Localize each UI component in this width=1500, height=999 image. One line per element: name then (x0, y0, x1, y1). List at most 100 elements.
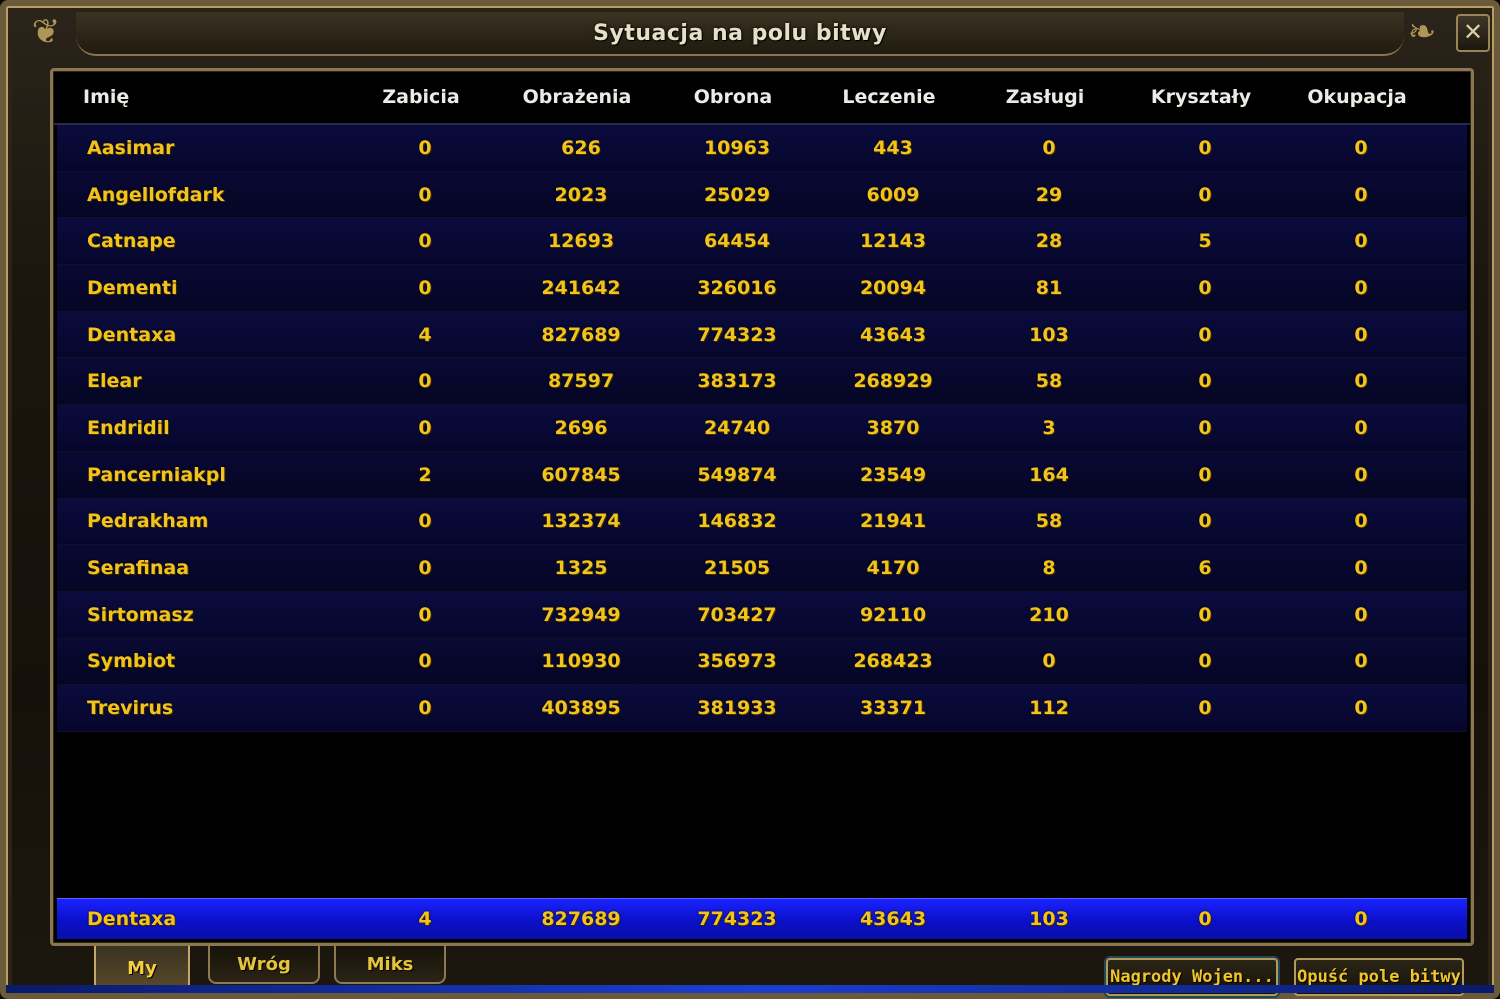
cell-name: Pedrakham (87, 510, 209, 533)
table-row[interactable]: Trevirus 0 403895 381933 33371 112 0 0 (57, 685, 1467, 732)
cell-kills: 0 (418, 697, 432, 720)
cell-name: Pancerniakpl (87, 463, 226, 486)
column-header-healing[interactable]: Leczenie (811, 86, 967, 108)
cell-crystals: 0 (1198, 650, 1212, 673)
cell-healing: 268929 (853, 370, 933, 393)
cell-damage: 2023 (554, 183, 608, 206)
corner-ornament-icon: ❦ (31, 12, 61, 52)
cell-defense: 703427 (697, 603, 777, 626)
tab-mixed[interactable]: Miks (334, 946, 446, 984)
cell-crystals: 0 (1198, 603, 1212, 626)
cell-damage: 732949 (541, 603, 621, 626)
table-row[interactable]: Dementi 0 241642 326016 20094 81 0 0 (57, 265, 1467, 312)
cell-defense: 549874 (697, 463, 777, 486)
column-header-name[interactable]: Imię (53, 86, 343, 108)
cell-damage: 12693 (547, 230, 615, 253)
cell-healing: 43643 (859, 323, 927, 346)
table-row[interactable]: Serafinaa 0 1325 21505 4170 8 6 0 (57, 545, 1467, 592)
cell-healing: 20094 (859, 276, 927, 299)
table-row[interactable]: Pancerniakpl 2 607845 549874 23549 164 0 0 (57, 451, 1467, 499)
cell-merit: 58 (1035, 370, 1063, 393)
table-row[interactable]: Endridil 0 2696 24740 3870 3 0 0 (57, 405, 1467, 452)
cell-merit: 58 (1035, 510, 1063, 533)
column-header-crystals[interactable]: Kryształy (1123, 86, 1279, 108)
table-row[interactable]: Dentaxa 4 827689 774323 43643 103 0 0 (57, 311, 1467, 359)
cell-kills: 2 (418, 463, 432, 486)
column-header-damage[interactable]: Obrażenia (499, 86, 655, 108)
cell-name: Sirtomasz (87, 603, 194, 626)
cell-defense: 10963 (703, 136, 771, 159)
cell-merit: 112 (1029, 697, 1069, 720)
table-row[interactable]: Aasimar 0 626 10963 443 0 0 0 (57, 125, 1467, 172)
cell-name: Trevirus (87, 697, 174, 720)
cell-crystals: 0 (1198, 510, 1212, 533)
cell-kills: 0 (418, 370, 432, 393)
table-row[interactable]: Angellofdark 0 2023 25029 6009 29 0 0 (57, 171, 1467, 219)
cell-damage: 403895 (541, 697, 621, 720)
cell-merit: 0 (1042, 650, 1056, 673)
cell-healing: 92110 (859, 603, 927, 626)
cell-damage: 626 (561, 136, 601, 159)
cell-kills: 0 (418, 510, 432, 533)
cell-crystals: 0 (1198, 697, 1212, 720)
cell-damage: 241642 (541, 276, 621, 299)
table-header: Imię Zabicia Obrażenia Obrona Leczenie Z… (53, 71, 1471, 125)
battlefield-window: ❦ Sytuacja na polu bitwy ❧ ✕ Imię Zabici… (0, 0, 1500, 999)
table-row[interactable]: Symbiot 0 110930 356973 268423 0 0 0 (57, 638, 1467, 686)
table-row[interactable]: Pedrakham 0 132374 146832 21941 58 0 0 (57, 498, 1467, 546)
column-header-kills[interactable]: Zabicia (343, 86, 499, 108)
cell-healing: 12143 (859, 230, 927, 253)
own-player-row[interactable]: Dentaxa 4 827689 774323 43643 103 0 0 (57, 898, 1467, 939)
cell-defense: 774323 (697, 323, 777, 346)
corner-ornament-icon: ❧ (1407, 12, 1437, 52)
cell-merit: 28 (1035, 230, 1063, 253)
table-row[interactable]: Elear 0 87597 383173 268929 58 0 0 (57, 358, 1467, 406)
cell-occupation: 0 (1354, 603, 1368, 626)
title-bar[interactable]: Sytuacja na polu bitwy (76, 12, 1404, 56)
cell-occupation: 0 (1354, 183, 1368, 206)
cell-kills: 0 (418, 230, 432, 253)
cell-merit: 103 (1029, 323, 1069, 346)
cell-crystals: 0 (1198, 416, 1212, 439)
cell-healing: 3870 (866, 416, 920, 439)
cell-merit: 29 (1035, 183, 1063, 206)
cell-defense: 25029 (703, 183, 771, 206)
cell-occupation: 0 (1354, 697, 1368, 720)
own-player-occupation: 0 (1354, 908, 1368, 930)
table-row[interactable]: Sirtomasz 0 732949 703427 92110 210 0 0 (57, 591, 1467, 639)
cell-name: Aasimar (87, 136, 175, 159)
cell-name: Elear (87, 370, 142, 393)
cell-occupation: 0 (1354, 650, 1368, 673)
cell-merit: 0 (1042, 136, 1056, 159)
cell-defense: 326016 (697, 276, 777, 299)
scoreboard-panel: Imię Zabicia Obrażenia Obrona Leczenie Z… (50, 68, 1474, 946)
cell-occupation: 0 (1354, 276, 1368, 299)
cell-name: Serafinaa (87, 557, 190, 580)
cell-defense: 146832 (697, 510, 777, 533)
cell-defense: 21505 (703, 557, 771, 580)
cell-crystals: 0 (1198, 370, 1212, 393)
cell-occupation: 0 (1354, 416, 1368, 439)
cell-healing: 23549 (859, 463, 927, 486)
cell-name: Endridil (87, 416, 170, 439)
column-header-merit[interactable]: Zasługi (967, 86, 1123, 108)
tab-enemy[interactable]: Wróg (208, 946, 320, 984)
close-icon[interactable]: ✕ (1456, 14, 1490, 52)
cell-merit: 8 (1042, 557, 1056, 580)
own-player-merit: 103 (1029, 908, 1069, 930)
own-player-kills: 4 (418, 908, 432, 930)
cell-occupation: 0 (1354, 323, 1368, 346)
cell-healing: 21941 (859, 510, 927, 533)
cell-healing: 6009 (866, 183, 920, 206)
column-header-defense[interactable]: Obrona (655, 86, 811, 108)
cell-defense: 383173 (697, 370, 777, 393)
cell-kills: 0 (418, 603, 432, 626)
cell-kills: 0 (418, 557, 432, 580)
cell-healing: 443 (873, 136, 913, 159)
table-row[interactable]: Catnape 0 12693 64454 12143 28 5 0 (57, 218, 1467, 266)
cell-name: Dentaxa (87, 323, 177, 346)
cell-merit: 164 (1029, 463, 1069, 486)
column-header-occupation[interactable]: Okupacja (1279, 86, 1435, 108)
cell-kills: 0 (418, 183, 432, 206)
cell-damage: 827689 (541, 323, 621, 346)
